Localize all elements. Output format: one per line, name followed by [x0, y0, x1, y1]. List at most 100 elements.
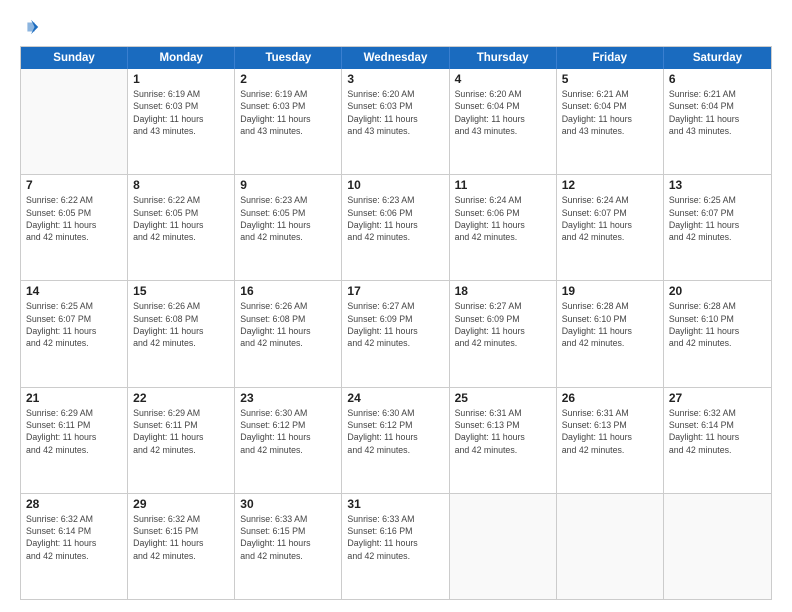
calendar-cell-r4c2: 30 Sunrise: 6:33 AM Sunset: 6:15 PM Dayli… — [235, 494, 342, 599]
day-info: Sunrise: 6:29 AM Sunset: 6:11 PM Dayligh… — [133, 407, 229, 456]
day-number: 10 — [347, 178, 443, 192]
day-info: Sunrise: 6:25 AM Sunset: 6:07 PM Dayligh… — [669, 194, 766, 243]
day-info: Sunrise: 6:20 AM Sunset: 6:03 PM Dayligh… — [347, 88, 443, 137]
day-info: Sunrise: 6:21 AM Sunset: 6:04 PM Dayligh… — [562, 88, 658, 137]
calendar-row-3: 21 Sunrise: 6:29 AM Sunset: 6:11 PM Dayli… — [21, 387, 771, 493]
calendar-cell-r4c6 — [664, 494, 771, 599]
calendar-cell-r3c3: 24Sunrise: 6:30 AM Sunset: 6:12 PM Dayli… — [342, 388, 449, 493]
calendar-cell-r2c3: 17 Sunrise: 6:27 AM Sunset: 6:09 PM Dayli… — [342, 281, 449, 386]
logo-icon — [22, 18, 40, 36]
day-number: 17 — [347, 284, 443, 298]
calendar: SundayMondayTuesdayWednesdayThursdayFrid… — [20, 46, 772, 600]
day-info: Sunrise: 6:21 AM Sunset: 6:04 PM Dayligh… — [669, 88, 766, 137]
day-number: 18 — [455, 284, 551, 298]
calendar-cell-r0c5: 5 Sunrise: 6:21 AM Sunset: 6:04 PM Daylig… — [557, 69, 664, 174]
day-info: Sunrise: 6:23 AM Sunset: 6:06 PM Dayligh… — [347, 194, 443, 243]
weekday-header-friday: Friday — [557, 47, 664, 69]
calendar-header: SundayMondayTuesdayWednesdayThursdayFrid… — [21, 47, 771, 69]
calendar-row-0: 1 Sunrise: 6:19 AM Sunset: 6:03 PM Daylig… — [21, 69, 771, 174]
day-number: 5 — [562, 72, 658, 86]
day-info: Sunrise: 6:33 AM Sunset: 6:16 PM Dayligh… — [347, 513, 443, 562]
calendar-body: 1 Sunrise: 6:19 AM Sunset: 6:03 PM Daylig… — [21, 69, 771, 599]
calendar-cell-r1c3: 10 Sunrise: 6:23 AM Sunset: 6:06 PM Dayli… — [342, 175, 449, 280]
calendar-cell-r2c1: 15Sunrise: 6:26 AM Sunset: 6:08 PM Dayli… — [128, 281, 235, 386]
day-info: Sunrise: 6:28 AM Sunset: 6:10 PM Dayligh… — [562, 300, 658, 349]
day-number: 4 — [455, 72, 551, 86]
calendar-cell-r0c4: 4 Sunrise: 6:20 AM Sunset: 6:04 PM Daylig… — [450, 69, 557, 174]
day-info: Sunrise: 6:19 AM Sunset: 6:03 PM Dayligh… — [240, 88, 336, 137]
day-number: 22 — [133, 391, 229, 405]
weekday-header-wednesday: Wednesday — [342, 47, 449, 69]
day-info: Sunrise: 6:30 AM Sunset: 6:12 PM Dayligh… — [347, 407, 443, 456]
calendar-cell-r2c6: 20 Sunrise: 6:28 AM Sunset: 6:10 PM Dayli… — [664, 281, 771, 386]
day-number: 29 — [133, 497, 229, 511]
day-number: 26 — [562, 391, 658, 405]
day-info: Sunrise: 6:31 AM Sunset: 6:13 PM Dayligh… — [562, 407, 658, 456]
day-info: Sunrise: 6:19 AM Sunset: 6:03 PM Dayligh… — [133, 88, 229, 137]
day-number: 2 — [240, 72, 336, 86]
day-number: 13 — [669, 178, 766, 192]
day-info: Sunrise: 6:26 AM Sunset: 6:08 PM Dayligh… — [240, 300, 336, 349]
calendar-cell-r4c5 — [557, 494, 664, 599]
calendar-cell-r1c4: 11 Sunrise: 6:24 AM Sunset: 6:06 PM Dayli… — [450, 175, 557, 280]
day-info: Sunrise: 6:27 AM Sunset: 6:09 PM Dayligh… — [455, 300, 551, 349]
day-number: 30 — [240, 497, 336, 511]
day-info: Sunrise: 6:29 AM Sunset: 6:11 PM Dayligh… — [26, 407, 122, 456]
header — [20, 18, 772, 36]
calendar-cell-r1c5: 12 Sunrise: 6:24 AM Sunset: 6:07 PM Dayli… — [557, 175, 664, 280]
calendar-cell-r3c2: 23Sunrise: 6:30 AM Sunset: 6:12 PM Dayli… — [235, 388, 342, 493]
calendar-cell-r4c0: 28 Sunrise: 6:32 AM Sunset: 6:14 PM Dayli… — [21, 494, 128, 599]
calendar-cell-r3c0: 21 Sunrise: 6:29 AM Sunset: 6:11 PM Dayli… — [21, 388, 128, 493]
day-number: 19 — [562, 284, 658, 298]
calendar-cell-r2c5: 19 Sunrise: 6:28 AM Sunset: 6:10 PM Dayli… — [557, 281, 664, 386]
weekday-header-saturday: Saturday — [664, 47, 771, 69]
calendar-cell-r3c1: 22 Sunrise: 6:29 AM Sunset: 6:11 PM Dayli… — [128, 388, 235, 493]
calendar-cell-r3c6: 27Sunrise: 6:32 AM Sunset: 6:14 PM Dayli… — [664, 388, 771, 493]
day-number: 21 — [26, 391, 122, 405]
calendar-cell-r0c3: 3Sunrise: 6:20 AM Sunset: 6:03 PM Daylig… — [342, 69, 449, 174]
weekday-header-monday: Monday — [128, 47, 235, 69]
day-number: 31 — [347, 497, 443, 511]
day-info: Sunrise: 6:22 AM Sunset: 6:05 PM Dayligh… — [26, 194, 122, 243]
day-info: Sunrise: 6:25 AM Sunset: 6:07 PM Dayligh… — [26, 300, 122, 349]
day-number: 11 — [455, 178, 551, 192]
day-number: 23 — [240, 391, 336, 405]
day-info: Sunrise: 6:28 AM Sunset: 6:10 PM Dayligh… — [669, 300, 766, 349]
calendar-cell-r1c6: 13 Sunrise: 6:25 AM Sunset: 6:07 PM Dayli… — [664, 175, 771, 280]
weekday-header-tuesday: Tuesday — [235, 47, 342, 69]
calendar-cell-r1c1: 8Sunrise: 6:22 AM Sunset: 6:05 PM Daylig… — [128, 175, 235, 280]
day-number: 20 — [669, 284, 766, 298]
day-info: Sunrise: 6:32 AM Sunset: 6:15 PM Dayligh… — [133, 513, 229, 562]
day-number: 14 — [26, 284, 122, 298]
day-number: 15 — [133, 284, 229, 298]
calendar-row-4: 28 Sunrise: 6:32 AM Sunset: 6:14 PM Dayli… — [21, 493, 771, 599]
calendar-cell-r0c6: 6 Sunrise: 6:21 AM Sunset: 6:04 PM Daylig… — [664, 69, 771, 174]
day-info: Sunrise: 6:20 AM Sunset: 6:04 PM Dayligh… — [455, 88, 551, 137]
calendar-cell-r0c2: 2 Sunrise: 6:19 AM Sunset: 6:03 PM Daylig… — [235, 69, 342, 174]
day-number: 1 — [133, 72, 229, 86]
page: SundayMondayTuesdayWednesdayThursdayFrid… — [0, 0, 792, 612]
calendar-row-2: 14 Sunrise: 6:25 AM Sunset: 6:07 PM Dayli… — [21, 280, 771, 386]
day-info: Sunrise: 6:24 AM Sunset: 6:07 PM Dayligh… — [562, 194, 658, 243]
day-number: 9 — [240, 178, 336, 192]
calendar-cell-r2c0: 14 Sunrise: 6:25 AM Sunset: 6:07 PM Dayli… — [21, 281, 128, 386]
day-number: 28 — [26, 497, 122, 511]
calendar-cell-r4c3: 31 Sunrise: 6:33 AM Sunset: 6:16 PM Dayli… — [342, 494, 449, 599]
day-number: 25 — [455, 391, 551, 405]
weekday-header-sunday: Sunday — [21, 47, 128, 69]
day-info: Sunrise: 6:27 AM Sunset: 6:09 PM Dayligh… — [347, 300, 443, 349]
weekday-header-thursday: Thursday — [450, 47, 557, 69]
calendar-row-1: 7Sunrise: 6:22 AM Sunset: 6:05 PM Daylig… — [21, 174, 771, 280]
day-number: 16 — [240, 284, 336, 298]
day-info: Sunrise: 6:32 AM Sunset: 6:14 PM Dayligh… — [26, 513, 122, 562]
day-info: Sunrise: 6:33 AM Sunset: 6:15 PM Dayligh… — [240, 513, 336, 562]
logo — [20, 18, 40, 36]
day-info: Sunrise: 6:23 AM Sunset: 6:05 PM Dayligh… — [240, 194, 336, 243]
day-number: 12 — [562, 178, 658, 192]
day-info: Sunrise: 6:24 AM Sunset: 6:06 PM Dayligh… — [455, 194, 551, 243]
day-number: 6 — [669, 72, 766, 86]
calendar-cell-r0c1: 1 Sunrise: 6:19 AM Sunset: 6:03 PM Daylig… — [128, 69, 235, 174]
day-number: 27 — [669, 391, 766, 405]
day-number: 8 — [133, 178, 229, 192]
calendar-cell-r4c4 — [450, 494, 557, 599]
